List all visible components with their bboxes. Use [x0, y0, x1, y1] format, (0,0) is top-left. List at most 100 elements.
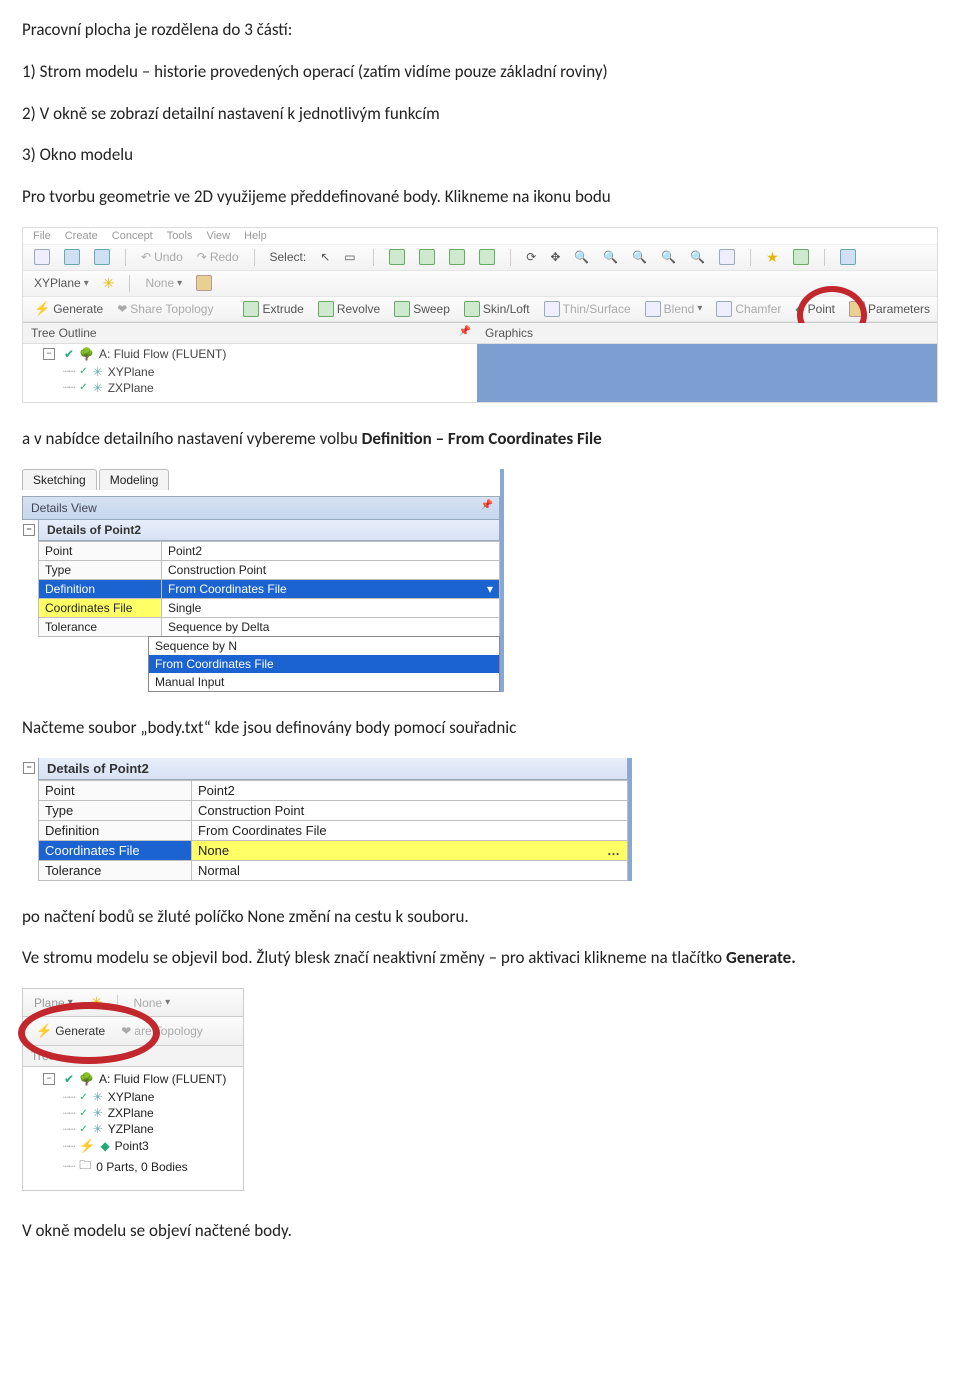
- save-icon[interactable]: [61, 248, 83, 266]
- tree: −✔🌳 A: Fluid Flow (FLUENT) ┈┈✓✳ XYPlane …: [22, 1067, 244, 1191]
- tab-modeling[interactable]: Modeling: [99, 469, 170, 490]
- sketch-selector[interactable]: None: [142, 275, 185, 291]
- thinsurface-button[interactable]: Thin/Surface: [541, 300, 634, 318]
- filter-face-icon[interactable]: [446, 248, 468, 266]
- plane-icon[interactable]: ✳: [88, 993, 106, 1012]
- save-all-icon[interactable]: [91, 248, 113, 266]
- sweep-button[interactable]: Sweep: [391, 300, 453, 318]
- para-2: 1) Strom modelu – historie provedených o…: [22, 60, 938, 84]
- select-box-icon[interactable]: ▭: [341, 249, 361, 265]
- undo-button[interactable]: ↶ Undo: [138, 249, 186, 265]
- plane-selector[interactable]: XYPlane: [31, 275, 92, 291]
- sketch-icon[interactable]: [193, 274, 215, 292]
- blend-button[interactable]: Blend: [642, 300, 706, 318]
- tab-sketching[interactable]: Sketching: [22, 469, 97, 490]
- share-topology-button[interactable]: ❤ Share Topology: [114, 301, 216, 317]
- pan-icon[interactable]: ✥: [547, 249, 563, 265]
- generate-button[interactable]: ⚡Generate: [31, 300, 106, 318]
- graphics-pane[interactable]: Graphics: [477, 323, 937, 402]
- zoom-in-icon[interactable]: 🔍: [571, 249, 592, 265]
- tree-xyplane[interactable]: ┈┈✓✳ XYPlane: [63, 364, 477, 380]
- zoom-box-icon[interactable]: 🔍: [658, 249, 679, 265]
- tree-yzplane[interactable]: ┈┈✓✳ YZPlane: [63, 1121, 243, 1137]
- redo-button[interactable]: ↷ Redo: [194, 249, 242, 265]
- para-5: Pro tvorbu geometrie ve 2D využijeme pře…: [22, 185, 938, 209]
- tree-zxplane[interactable]: ┈┈✓✳ ZXPlane: [63, 1105, 243, 1121]
- menu-bar[interactable]: File Create Concept Tools View Help: [23, 228, 937, 245]
- plane-icon[interactable]: ✳: [100, 274, 118, 293]
- details-view-header: Details View📌: [22, 496, 500, 520]
- tree-zxplane[interactable]: ┈┈✓✳ ZXPlane: [63, 380, 477, 396]
- screenshot-generate-tree: Plane ✳ None ⚡ Generate ❤ are Topology T…: [22, 988, 244, 1191]
- details-table: PointPoint2 TypeConstruction Point Defin…: [38, 541, 500, 637]
- definition-dropdown[interactable]: Sequence by N From Coordinates File Manu…: [148, 636, 500, 692]
- share-topology-button[interactable]: ❤ are Topology: [118, 1023, 206, 1039]
- dd-option-from-coords[interactable]: From Coordinates File: [149, 655, 499, 673]
- row-tolerance[interactable]: ToleranceNormal: [39, 860, 628, 880]
- filter-body-icon[interactable]: [476, 248, 498, 266]
- extrude-button[interactable]: Extrude: [240, 300, 306, 318]
- toolbar-row-2: XYPlane ✳ None: [23, 271, 937, 297]
- row-point[interactable]: PointPoint2: [39, 541, 500, 560]
- tree-parts[interactable]: ┈┈🗀 0 Parts, 0 Bodies: [63, 1155, 243, 1178]
- revolve-button[interactable]: Revolve: [315, 300, 383, 318]
- para-10: V okně modelu se objeví načtené body.: [22, 1219, 938, 1243]
- new-file-icon[interactable]: [31, 248, 53, 266]
- tree-outline-header: Tree Outline📌: [23, 323, 477, 344]
- para-7: Načteme soubor „body.txt“ kde jsou defin…: [22, 716, 938, 740]
- menu-concept[interactable]: Concept: [112, 230, 153, 242]
- pin-icon[interactable]: 📌: [481, 500, 493, 511]
- misc-icon-3[interactable]: [837, 248, 859, 266]
- tree-root[interactable]: −✔🌳 A: Fluid Flow (FLUENT): [43, 1071, 243, 1087]
- gen-row-1: Plane ✳ None: [22, 988, 244, 1017]
- iso-icon[interactable]: [716, 248, 738, 266]
- row-type[interactable]: TypeConstruction Point: [39, 800, 628, 820]
- row-coordinates-file[interactable]: Coordinates FileSingle: [39, 598, 500, 617]
- zoom-out-icon[interactable]: 🔍: [600, 249, 621, 265]
- tree-label: Tree: [22, 1046, 244, 1067]
- filter-edge-icon[interactable]: [416, 248, 438, 266]
- para-8: po načtení bodů se žluté políčko None zm…: [22, 905, 938, 929]
- dd-option-manual[interactable]: Manual Input: [149, 673, 499, 691]
- skinloft-button[interactable]: Skin/Loft: [461, 300, 533, 318]
- menu-view[interactable]: View: [206, 230, 230, 242]
- select-pointer-icon[interactable]: ↖: [317, 249, 333, 265]
- plane-selector[interactable]: Plane: [31, 995, 76, 1011]
- menu-help[interactable]: Help: [244, 230, 267, 242]
- tree-point3[interactable]: ┈┈⚡◆ Point3: [63, 1137, 243, 1155]
- row-tolerance[interactable]: ToleranceSequence by Delta: [39, 617, 500, 636]
- details-table: PointPoint2 TypeConstruction Point Defin…: [38, 780, 628, 881]
- parameters-button[interactable]: Parameters: [846, 300, 933, 318]
- pin-icon[interactable]: 📌: [459, 326, 471, 337]
- zoom-fit-icon[interactable]: 🔍: [629, 249, 650, 265]
- graphics-header: Graphics: [477, 323, 937, 344]
- details-subheader: −Details of Point2: [38, 520, 500, 541]
- row-type[interactable]: TypeConstruction Point: [39, 560, 500, 579]
- chamfer-button[interactable]: Chamfer: [713, 300, 784, 318]
- menu-file[interactable]: File: [33, 230, 51, 242]
- gen-row-2: ⚡ Generate ❤ are Topology: [22, 1017, 244, 1046]
- sketch-selector[interactable]: None: [130, 995, 173, 1011]
- row-definition[interactable]: DefinitionFrom Coordinates File: [39, 820, 628, 840]
- menu-tools[interactable]: Tools: [167, 230, 193, 242]
- filter-vertex-icon[interactable]: [386, 248, 408, 266]
- dd-option-seq-n[interactable]: Sequence by N: [149, 637, 499, 655]
- menu-create[interactable]: Create: [65, 230, 98, 242]
- tree-xyplane[interactable]: ┈┈✓✳ XYPlane: [63, 1089, 243, 1105]
- screenshot-details-dropdown: Sketching Modeling Details View📌 −Detail…: [22, 469, 504, 692]
- para-6: a v nabídce detailního nastavení vyberem…: [22, 427, 938, 451]
- row-definition[interactable]: DefinitionFrom Coordinates File▾: [39, 579, 500, 598]
- browse-button-icon[interactable]: …: [607, 843, 621, 858]
- misc-icon-2[interactable]: [790, 248, 812, 266]
- screenshot-toolbar: File Create Concept Tools View Help ↶ Un…: [22, 227, 938, 403]
- misc-icon-1[interactable]: ★: [763, 248, 782, 267]
- row-point[interactable]: PointPoint2: [39, 780, 628, 800]
- point-button[interactable]: ◆Point: [792, 301, 838, 317]
- generate-button[interactable]: ⚡ Generate: [33, 1022, 108, 1040]
- rotate-icon[interactable]: ⟳: [523, 249, 539, 265]
- select-label: Select:: [267, 249, 310, 265]
- toolbar-row-1: ↶ Undo ↷ Redo Select: ↖ ▭ ⟳ ✥ 🔍 🔍 🔍 🔍 🔍 …: [23, 245, 937, 271]
- row-coordinates-file[interactable]: Coordinates FileNone…: [39, 840, 628, 860]
- tree-root[interactable]: −✔🌳 A: Fluid Flow (FLUENT): [43, 346, 477, 362]
- look-at-icon[interactable]: 🔍: [687, 249, 708, 265]
